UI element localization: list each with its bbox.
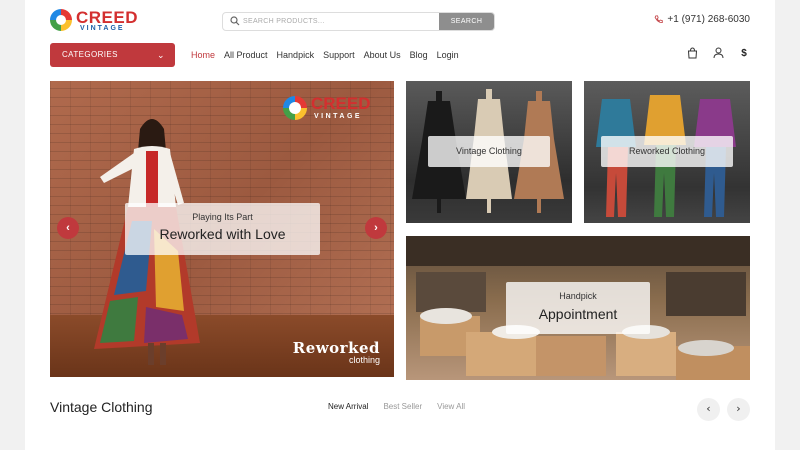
phone-icon xyxy=(655,15,664,24)
nav-blog[interactable]: Blog xyxy=(410,50,428,60)
tile-handpick-big: Appointment xyxy=(538,306,618,322)
tile-handpick-appointment[interactable]: Handpick Appointment xyxy=(406,236,750,380)
hero-caption: Playing Its Part Reworked with Love xyxy=(125,203,320,255)
nav-login[interactable]: Login xyxy=(437,50,459,60)
hero-next-arrow[interactable]: › xyxy=(365,217,387,239)
categories-label: CATEGORIES xyxy=(62,50,118,59)
categories-dropdown[interactable]: CATEGORIES ⌄ xyxy=(50,43,175,67)
section-tabs: New Arrival Best Seller View All xyxy=(328,402,465,411)
tile-vintage-label: Vintage Clothing xyxy=(428,136,550,167)
logo-ring-icon xyxy=(283,96,307,120)
tile-reworked-clothing[interactable]: Reworked Clothing xyxy=(584,81,750,223)
bag-icon[interactable] xyxy=(686,46,698,60)
hero-subtitle: Playing Its Part xyxy=(192,212,253,222)
section-title: Vintage Clothing xyxy=(50,399,153,415)
nav-all-product[interactable]: All Product xyxy=(224,50,268,60)
hero-banner[interactable]: CREED VINTAGE Playing Its Part Reworked … xyxy=(50,81,394,377)
nav-handpick[interactable]: Handpick xyxy=(277,50,315,60)
nav-about-us[interactable]: About Us xyxy=(364,50,401,60)
logo-ring-icon xyxy=(50,9,72,31)
phone-number: +1 (971) 268-6030 xyxy=(667,14,750,25)
search-bar: SEARCH xyxy=(222,12,495,31)
tab-best-seller[interactable]: Best Seller xyxy=(383,402,422,411)
tab-view-all[interactable]: View All xyxy=(437,402,465,411)
hero-title: Reworked with Love xyxy=(159,226,286,242)
tile-vintage-clothing[interactable]: Vintage Clothing xyxy=(406,81,572,223)
hero-logo-sub: VINTAGE xyxy=(314,113,363,120)
user-icon[interactable] xyxy=(712,46,724,60)
hero-watermark: Reworked clothing xyxy=(293,339,380,365)
logo-sub: VINTAGE xyxy=(80,25,125,32)
nav-icons: $ xyxy=(686,46,750,60)
search-icon xyxy=(230,16,240,26)
page: CREED VINTAGE SEARCH +1 (971) 268-6030 C… xyxy=(25,0,775,450)
tile-handpick-small: Handpick xyxy=(559,291,597,301)
dollar-icon[interactable]: $ xyxy=(738,46,750,60)
search-input[interactable] xyxy=(243,13,438,30)
tab-new-arrival[interactable]: New Arrival xyxy=(328,402,368,411)
hero-prev-arrow[interactable]: ‹ xyxy=(57,217,79,239)
nav-support[interactable]: Support xyxy=(323,50,355,60)
hero-logo-brand: CREED xyxy=(311,94,371,113)
nav-home[interactable]: Home xyxy=(191,50,215,60)
section-next-button[interactable]: › xyxy=(727,398,750,421)
hero-logo: CREED VINTAGE xyxy=(283,94,381,124)
site-logo[interactable]: CREED VINTAGE xyxy=(50,8,140,34)
tile-handpick-label: Handpick Appointment xyxy=(506,282,650,334)
chevron-down-icon: ⌄ xyxy=(157,50,165,60)
section-prev-button[interactable]: ‹ xyxy=(697,398,720,421)
main-nav: Home All Product Handpick Support About … xyxy=(191,50,459,60)
search-button[interactable]: SEARCH xyxy=(439,13,494,30)
tile-reworked-label: Reworked Clothing xyxy=(601,136,733,167)
phone-contact[interactable]: +1 (971) 268-6030 xyxy=(654,14,750,25)
